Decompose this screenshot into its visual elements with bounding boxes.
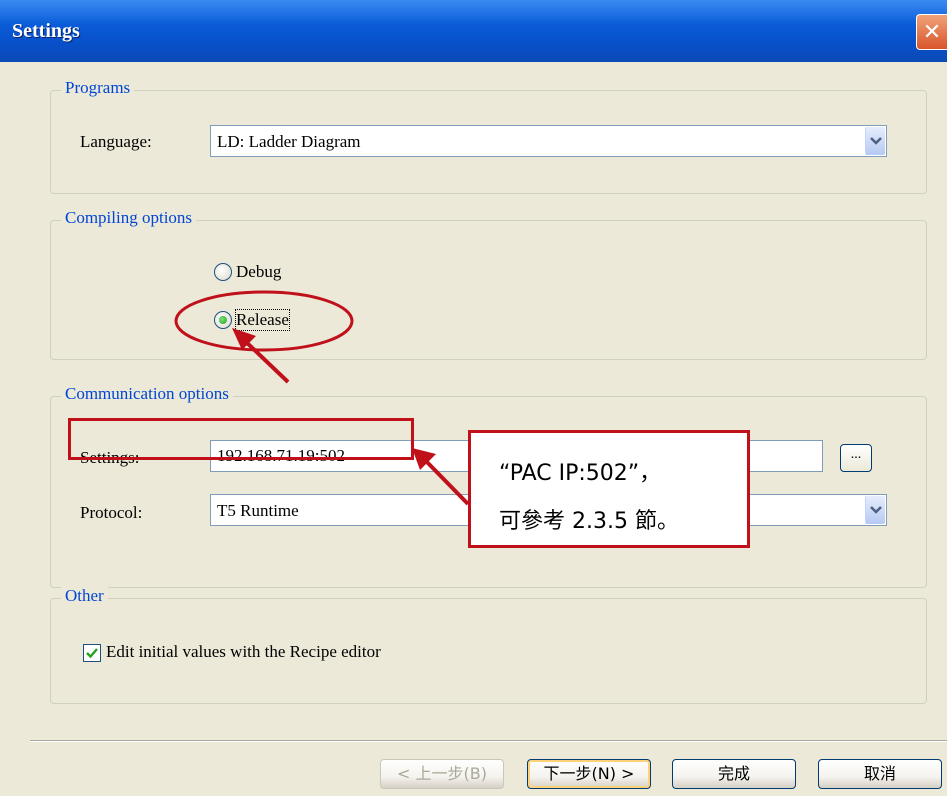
debug-radio[interactable]	[214, 263, 232, 281]
ip-callout: “PAC IP:502”， 可參考 2.3.5 節。	[468, 430, 750, 548]
programs-legend: Programs	[61, 78, 135, 98]
close-button[interactable]: ✕	[916, 14, 947, 50]
settings-dialog: Programs Language: LD: Ladder Diagram Co…	[0, 62, 947, 796]
release-radio[interactable]	[214, 311, 232, 329]
radio-selected-dot	[219, 316, 227, 324]
chevron-down-icon	[870, 506, 882, 514]
checkmark-icon	[86, 648, 98, 659]
language-value: LD: Ladder Diagram	[217, 132, 361, 151]
compiling-legend: Compiling options	[61, 208, 197, 228]
title-bar: Settings ✕	[0, 0, 947, 62]
communication-legend: Communication options	[61, 384, 233, 404]
close-icon: ✕	[922, 19, 942, 44]
next-button[interactable]: 下一步(N) >	[527, 759, 651, 789]
compiling-group: Compiling options	[50, 208, 927, 360]
settings-highlight-box	[68, 418, 414, 460]
other-legend: Other	[61, 586, 108, 606]
callout-line-1: “PAC IP:502”，	[499, 461, 662, 486]
back-button[interactable]: < 上一步(B)	[380, 759, 504, 789]
language-label: Language:	[80, 132, 152, 151]
window-title: Settings	[12, 20, 80, 42]
finish-button[interactable]: 完成	[672, 759, 796, 789]
protocol-label: Protocol:	[80, 503, 143, 522]
protocol-dropdown-button[interactable]	[865, 496, 885, 524]
browse-button[interactable]: ...	[840, 444, 872, 472]
debug-label[interactable]: Debug	[236, 262, 281, 282]
recipe-checkbox[interactable]	[83, 644, 101, 662]
recipe-label[interactable]: Edit initial values with the Recipe edit…	[106, 642, 381, 662]
language-dropdown-button[interactable]	[865, 127, 885, 155]
language-select[interactable]: LD: Ladder Diagram	[210, 125, 887, 157]
protocol-value: T5 Runtime	[217, 501, 299, 520]
callout-line-2: 可參考 2.3.5 節。	[499, 509, 679, 534]
release-label[interactable]: Release	[235, 309, 290, 331]
button-separator	[30, 740, 947, 742]
cancel-button[interactable]: 取消	[818, 759, 942, 789]
chevron-down-icon	[870, 137, 882, 145]
